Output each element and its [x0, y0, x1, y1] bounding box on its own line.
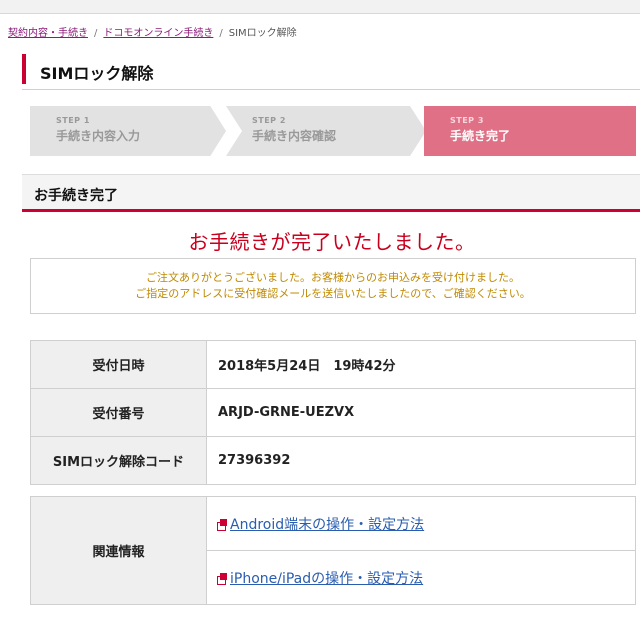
- reception-number-value: ARJD-GRNE-UEZVX: [206, 388, 636, 437]
- unlock-code-label: SIMロック解除コード: [30, 436, 207, 485]
- table-row: 関連情報 Android端末の操作・設定方法: [30, 496, 636, 605]
- unlock-code-value: 27396392: [206, 436, 636, 485]
- completion-message: お手続きが完了いたしました。: [188, 230, 476, 254]
- page-title-area: SIMロック解除: [22, 52, 640, 90]
- step-2: STEP 2 手続き内容確認: [226, 106, 426, 156]
- step-number: STEP 1: [56, 116, 90, 125]
- notice-line-1: ご注文ありがとうございました。お客様からのお申込みを受け付けました。: [146, 271, 520, 284]
- page-title: SIMロック解除: [40, 64, 154, 83]
- breadcrumb-separator: /: [94, 28, 98, 39]
- related-link-cell: Android端末の操作・設定方法: [206, 496, 636, 551]
- reception-datetime-label: 受付日時: [30, 340, 207, 389]
- breadcrumb-current: SIMロック解除: [228, 28, 297, 39]
- table-row: 受付日時 2018年5月24日 19時42分: [30, 340, 636, 389]
- table-row: SIMロック解除コード 27396392: [30, 436, 636, 485]
- iphone-ipad-settings-link[interactable]: iPhone/iPadの操作・設定方法: [230, 571, 423, 587]
- progress-steps: STEP 1 手続き内容入力 STEP 2 手続き内容確認 STEP 3 手続き…: [30, 106, 636, 156]
- step-number: STEP 2: [252, 116, 286, 125]
- step-label: 手続き内容入力: [56, 129, 141, 143]
- page-title-accent-bar: [22, 54, 26, 84]
- reception-info-table: 受付日時 2018年5月24日 19時42分 受付番号 ARJD-GRNE-UE…: [30, 340, 636, 485]
- top-bar: [0, 0, 640, 14]
- step-number: STEP 3: [450, 116, 484, 125]
- reception-number-label: 受付番号: [30, 388, 207, 437]
- step-3-current: STEP 3 手続き完了: [424, 106, 636, 156]
- step-label: 手続き完了: [450, 129, 511, 143]
- related-info-table: 関連情報 Android端末の操作・設定方法 iPhone/iPadの操作・設定…: [30, 496, 636, 605]
- table-row: 受付番号 ARJD-GRNE-UEZVX: [30, 388, 636, 437]
- external-window-icon: [217, 518, 228, 531]
- notice-line-2: ご指定のアドレスに受付確認メールを送信いたしましたので、ご確認ください。: [135, 287, 531, 300]
- step-label: 手続き内容確認: [252, 129, 337, 143]
- reception-datetime-value: 2018年5月24日 19時42分: [206, 340, 636, 389]
- android-settings-link[interactable]: Android端末の操作・設定方法: [230, 517, 424, 533]
- breadcrumb-link-contract[interactable]: 契約内容・手続き: [8, 28, 88, 39]
- external-window-icon: [217, 572, 228, 585]
- related-info-label: 関連情報: [30, 496, 207, 605]
- breadcrumb-separator: /: [219, 28, 223, 39]
- step-1: STEP 1 手続き内容入力: [30, 106, 226, 156]
- related-link-cell: iPhone/iPadの操作・設定方法: [206, 550, 636, 605]
- breadcrumb-link-online-procedure[interactable]: ドコモオンライン手続き: [103, 28, 213, 39]
- section-header: お手続き完了: [22, 174, 640, 212]
- section-title: お手続き完了: [34, 188, 118, 204]
- breadcrumb: 契約内容・手続き / ドコモオンライン手続き / SIMロック解除: [8, 24, 297, 39]
- notice-box: ご注文ありがとうございました。お客様からのお申込みを受け付けました。 ご指定のア…: [30, 258, 636, 314]
